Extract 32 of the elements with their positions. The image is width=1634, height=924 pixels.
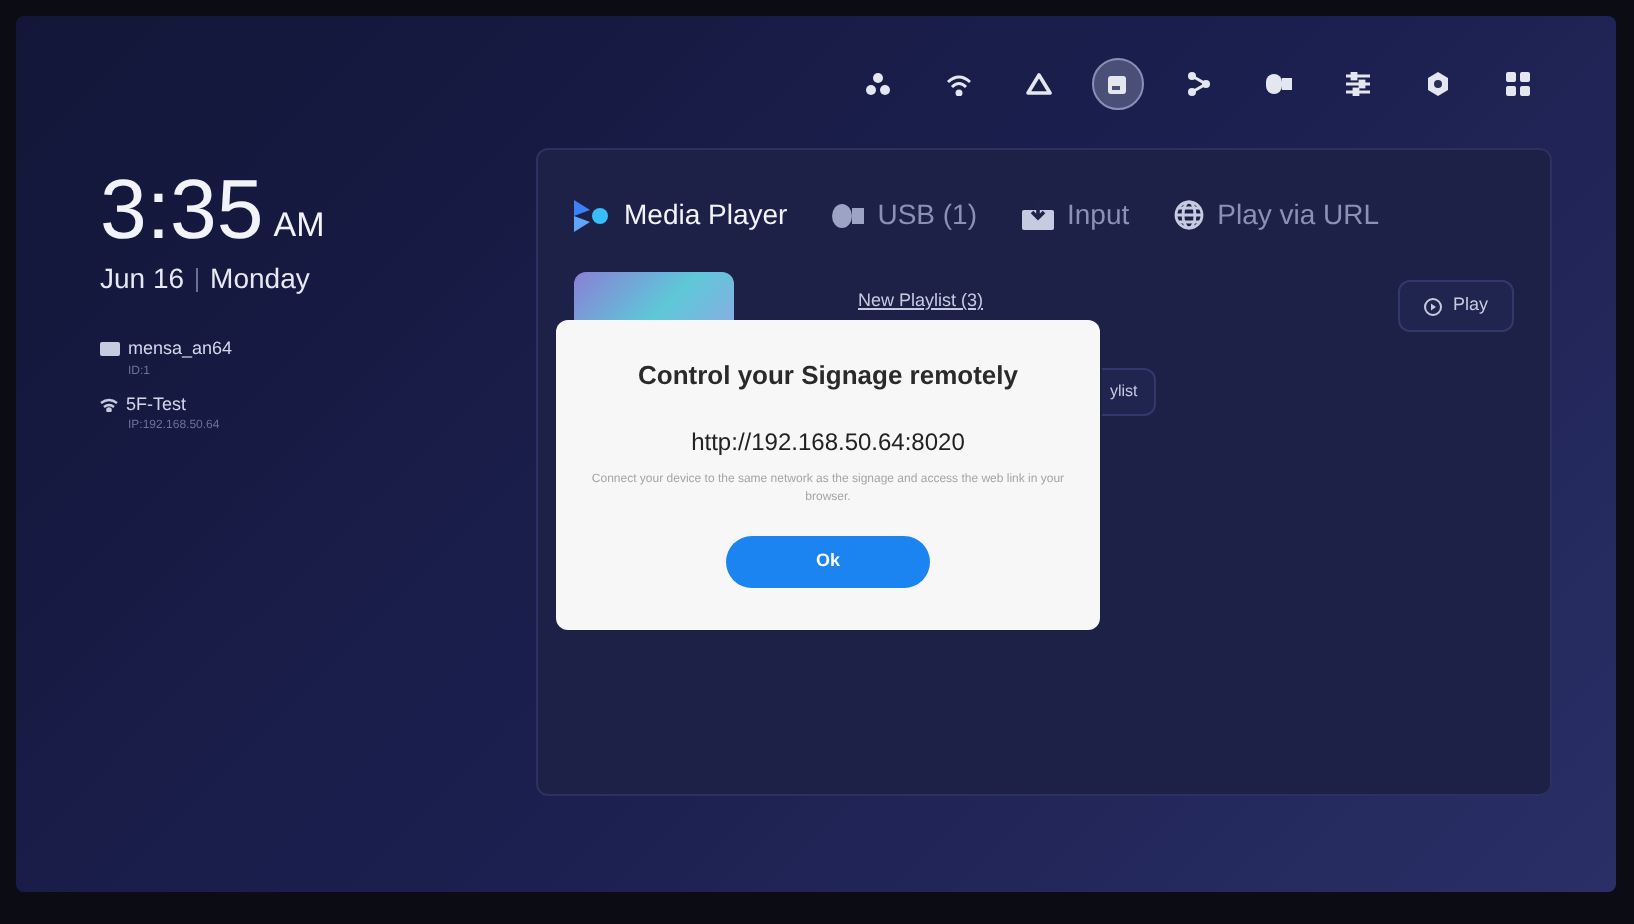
play-button[interactable]: Play [1398, 280, 1514, 332]
tab[interactable]: Play via URL [1173, 194, 1380, 236]
dialog-url: http://192.168.50.64:8020 [691, 425, 965, 459]
grid-icon [1506, 72, 1530, 96]
triangle-icon [1025, 72, 1051, 96]
wifi-icon [100, 397, 118, 412]
tab[interactable]: Input [1021, 194, 1130, 236]
tab[interactable]: USB (1) [831, 194, 977, 236]
weekday-text: Monday [210, 260, 310, 298]
dialog-title: Control your Signage remotely [638, 358, 1018, 394]
usb-icon [1265, 74, 1291, 94]
status-button[interactable] [1092, 58, 1144, 110]
playlist-button[interactable]: ylist [1102, 368, 1156, 416]
ok-button[interactable]: Ok [726, 535, 930, 587]
clock-time: 3:35 [100, 168, 264, 252]
tab[interactable]: Media Player [574, 194, 788, 236]
globe-icon [1173, 200, 1204, 230]
clock-ampm: AM [273, 203, 325, 247]
share-icon [1187, 72, 1209, 96]
settings-icon [1426, 72, 1450, 96]
network-name: 5F-Test [126, 391, 187, 417]
usb-icon [831, 203, 864, 227]
date-text: Jun 16 [100, 260, 185, 298]
device-icon [100, 342, 120, 357]
device-name: mensa_an64 [128, 336, 233, 362]
play-icon [1424, 297, 1443, 315]
media-player-icon [574, 199, 610, 231]
network-icon [866, 72, 890, 96]
wifi-icon [945, 73, 971, 95]
sliders-icon [1346, 72, 1370, 96]
cast-icon [1108, 74, 1128, 94]
playlist-title: New Playlist (3) [856, 288, 986, 314]
